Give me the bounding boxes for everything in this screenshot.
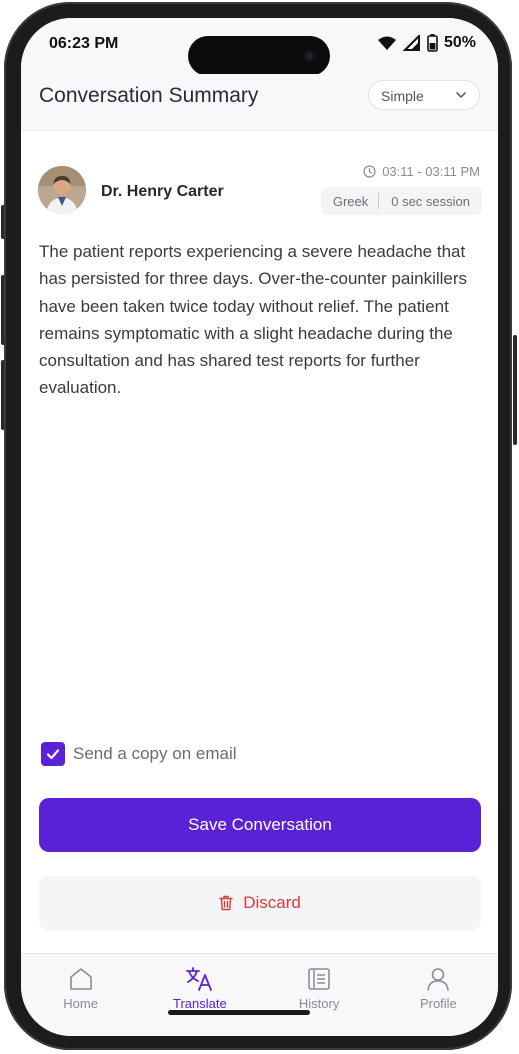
checkmark-icon: [46, 749, 60, 760]
chevron-down-icon: [456, 92, 466, 99]
email-copy-label: Send a copy on email: [73, 744, 237, 763]
session-duration: 0 sec session: [391, 193, 470, 209]
battery-icon: [427, 34, 438, 52]
tab-history-label: History: [298, 996, 340, 1011]
battery-percent: 50%: [443, 34, 476, 51]
session-meta: Greek 0 sec session: [320, 187, 482, 215]
discard-label: Discard: [243, 893, 301, 912]
clock-icon: [363, 165, 376, 178]
summary-card: Dr. Henry Carter 03:11 - 03:11 PM Greek …: [21, 131, 498, 961]
tab-translate[interactable]: Translate: [140, 954, 259, 1036]
page-title: Conversation Summary: [39, 84, 259, 107]
signal-icon: [402, 35, 420, 51]
doctor-photo: [38, 166, 86, 214]
profile-icon: [427, 968, 450, 991]
camera-icon: [302, 49, 316, 63]
tab-home-label: Home: [63, 996, 98, 1011]
tab-translate-label: Translate: [173, 996, 227, 1011]
status-icons: 50%: [377, 34, 476, 52]
home-icon: [69, 968, 92, 990]
tab-profile-label: Profile: [419, 996, 457, 1011]
tab-home[interactable]: Home: [21, 954, 140, 1036]
trash-icon: [219, 895, 233, 911]
email-copy-option[interactable]: Send a copy on email: [41, 742, 237, 766]
doctor-name: Dr. Henry Carter: [101, 183, 224, 200]
screen: 06:23 PM 50% Conversation Summary Simple…: [21, 18, 498, 1036]
discard-button[interactable]: Discard: [39, 876, 481, 930]
doctor-avatar: [38, 166, 86, 214]
dynamic-island: [188, 36, 330, 76]
wifi-icon: [377, 36, 396, 50]
phone-mockup: 06:23 PM 50% Conversation Summary Simple…: [0, 0, 519, 1054]
tab-history[interactable]: History: [260, 954, 379, 1036]
summary-mode-value: Simple: [381, 88, 424, 104]
email-copy-checkbox[interactable]: [41, 742, 65, 766]
side-button-right: [513, 335, 517, 445]
session-time: 03:11 - 03:11 PM: [363, 164, 480, 179]
time-range-text: 03:11 - 03:11 PM: [382, 164, 480, 179]
status-time: 06:23 PM: [49, 35, 119, 52]
translate-icon: [185, 967, 212, 991]
app-header: Conversation Summary Simple: [21, 74, 498, 131]
bottom-tab-bar: Home Translate History Profile: [21, 953, 498, 1036]
summary-text: The patient reports experiencing a sever…: [39, 242, 468, 398]
home-indicator: [168, 1010, 310, 1015]
tab-profile[interactable]: Profile: [379, 954, 498, 1036]
save-conversation-button[interactable]: Save Conversation: [39, 798, 481, 852]
history-icon: [308, 968, 330, 990]
language-label: Greek: [332, 193, 369, 209]
summary-mode-select[interactable]: Simple: [368, 80, 480, 110]
